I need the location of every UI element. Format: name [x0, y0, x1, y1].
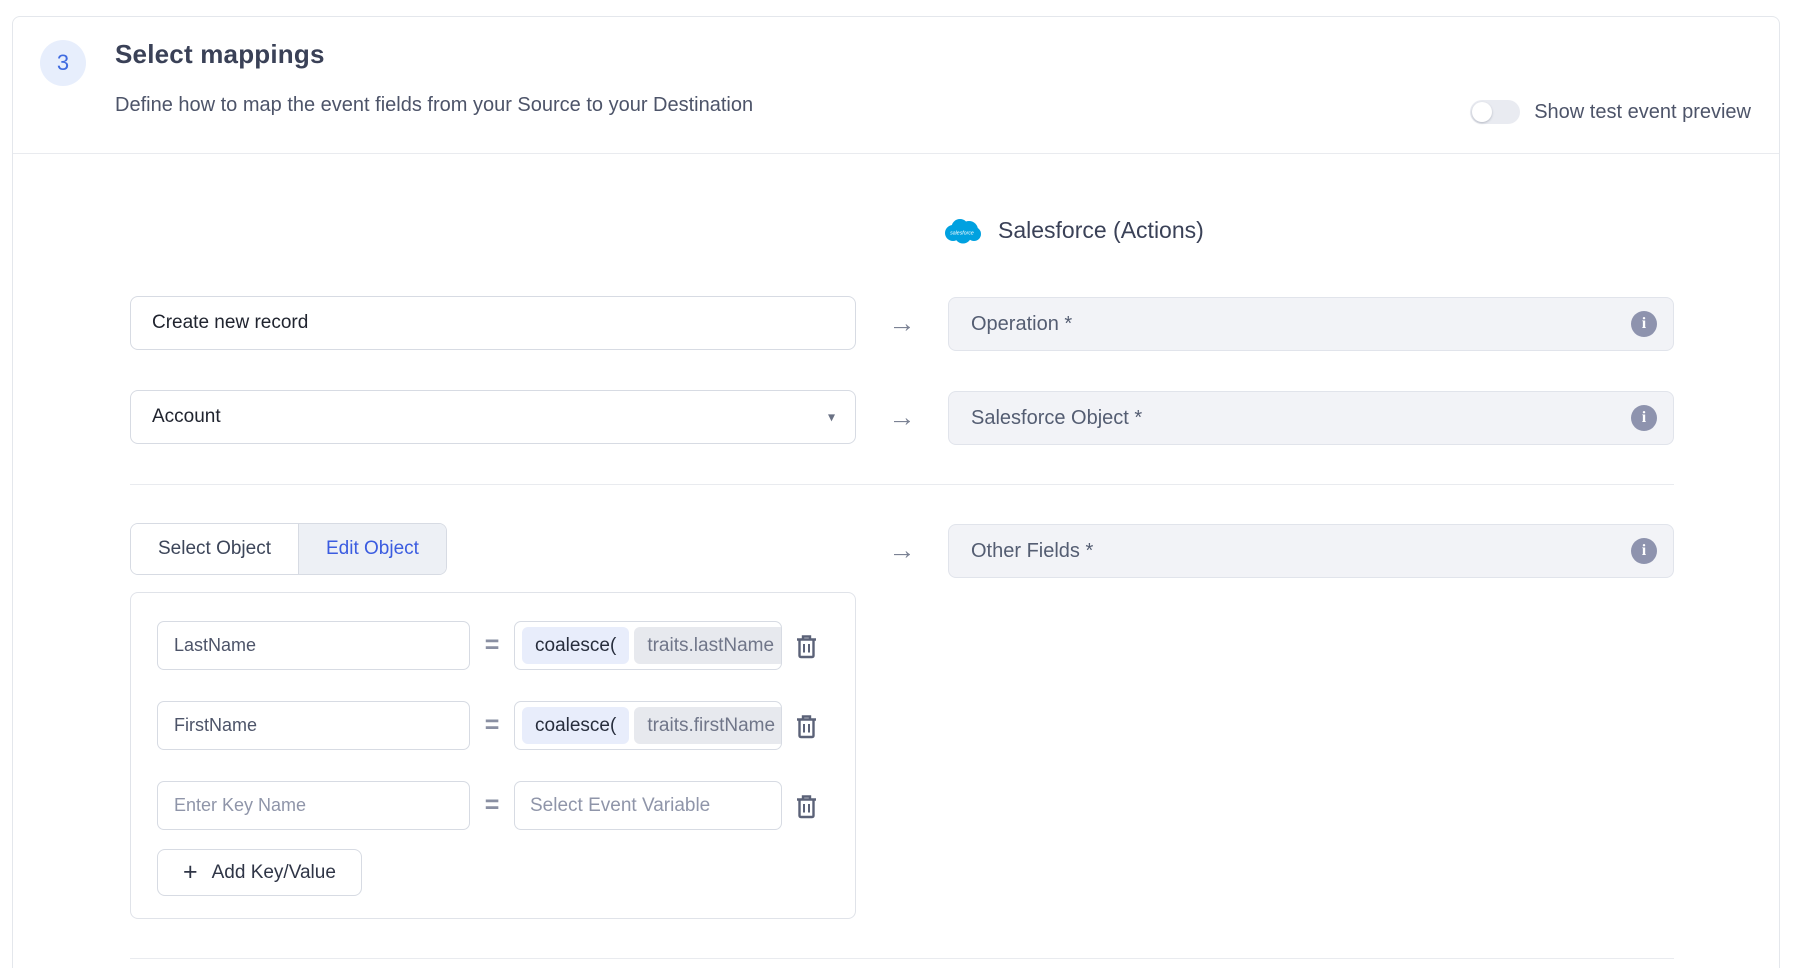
salesforce-object-select-value: Account [152, 406, 221, 428]
arrow-right-icon: → [885, 308, 919, 339]
arrow-right-icon: → [885, 402, 919, 433]
key-value-editor: = coalesce( traits.lastName [130, 592, 856, 919]
svg-text:salesforce: salesforce [950, 230, 974, 236]
delete-row-button[interactable] [795, 633, 818, 659]
value-input[interactable] [514, 781, 782, 830]
variable-chip[interactable]: traits.firstName [634, 707, 782, 744]
arrow-right-icon: → [885, 535, 919, 566]
operation-target-field[interactable]: Operation * i [948, 297, 1674, 351]
key-value-row: = coalesce( traits.lastName [157, 621, 855, 670]
toggle-label: Show test event preview [1534, 101, 1751, 124]
test-event-preview-toggle-group: Show test event preview [1470, 100, 1751, 124]
key-value-row-empty: = [157, 781, 855, 830]
trash-icon [795, 793, 818, 819]
info-icon[interactable]: i [1631, 405, 1657, 431]
equals-sign: = [470, 791, 514, 820]
trash-icon [795, 633, 818, 659]
chevron-down-icon: ▾ [828, 409, 835, 426]
other-fields-target-field[interactable]: Other Fields * i [948, 524, 1674, 578]
section-divider [130, 958, 1674, 959]
trash-icon [795, 713, 818, 739]
object-tabs: Select Object Edit Object [130, 523, 447, 575]
section-divider [130, 484, 1674, 485]
select-mappings-page: 3 Select mappings Define how to map the … [0, 0, 1793, 968]
salesforce-object-target-field[interactable]: Salesforce Object * i [948, 391, 1674, 445]
page-title: Select mappings [115, 39, 325, 70]
plus-icon: + [183, 860, 198, 885]
function-chip[interactable]: coalesce( [522, 707, 629, 744]
key-input[interactable] [157, 701, 470, 750]
salesforce-logo-icon: salesforce [943, 218, 981, 244]
key-input[interactable] [157, 781, 470, 830]
toggle-knob [1472, 102, 1492, 122]
equals-sign: = [470, 711, 514, 740]
info-icon[interactable]: i [1631, 311, 1657, 337]
step-number-badge: 3 [40, 40, 86, 86]
info-icon[interactable]: i [1631, 538, 1657, 564]
value-expression-field[interactable]: coalesce( traits.lastName [514, 621, 782, 670]
operation-source-input[interactable] [130, 296, 856, 350]
salesforce-object-select[interactable]: Account ▾ [130, 390, 856, 444]
salesforce-object-target-label: Salesforce Object * [971, 407, 1142, 430]
key-value-row: = coalesce( traits.firstName [157, 701, 855, 750]
variable-chip[interactable]: traits.lastName [634, 627, 782, 664]
delete-row-button[interactable] [795, 793, 818, 819]
operation-target-label: Operation * [971, 313, 1072, 336]
show-test-event-preview-toggle[interactable] [1470, 100, 1520, 124]
destination-name: Salesforce (Actions) [998, 217, 1204, 244]
delete-row-button[interactable] [795, 713, 818, 739]
page-subtitle: Define how to map the event fields from … [115, 94, 753, 117]
add-key-value-button[interactable]: + Add Key/Value [157, 849, 362, 896]
function-chip[interactable]: coalesce( [522, 627, 629, 664]
tab-select-object[interactable]: Select Object [131, 524, 298, 574]
card-header: 3 Select mappings Define how to map the … [13, 17, 1779, 154]
equals-sign: = [470, 631, 514, 660]
other-fields-target-label: Other Fields * [971, 540, 1093, 563]
key-input[interactable] [157, 621, 470, 670]
mappings-card: 3 Select mappings Define how to map the … [12, 16, 1780, 968]
destination-header: salesforce Salesforce (Actions) [943, 217, 1204, 244]
value-expression-field[interactable]: coalesce( traits.firstName [514, 701, 782, 750]
add-key-value-label: Add Key/Value [212, 862, 336, 884]
tab-edit-object[interactable]: Edit Object [298, 524, 446, 574]
